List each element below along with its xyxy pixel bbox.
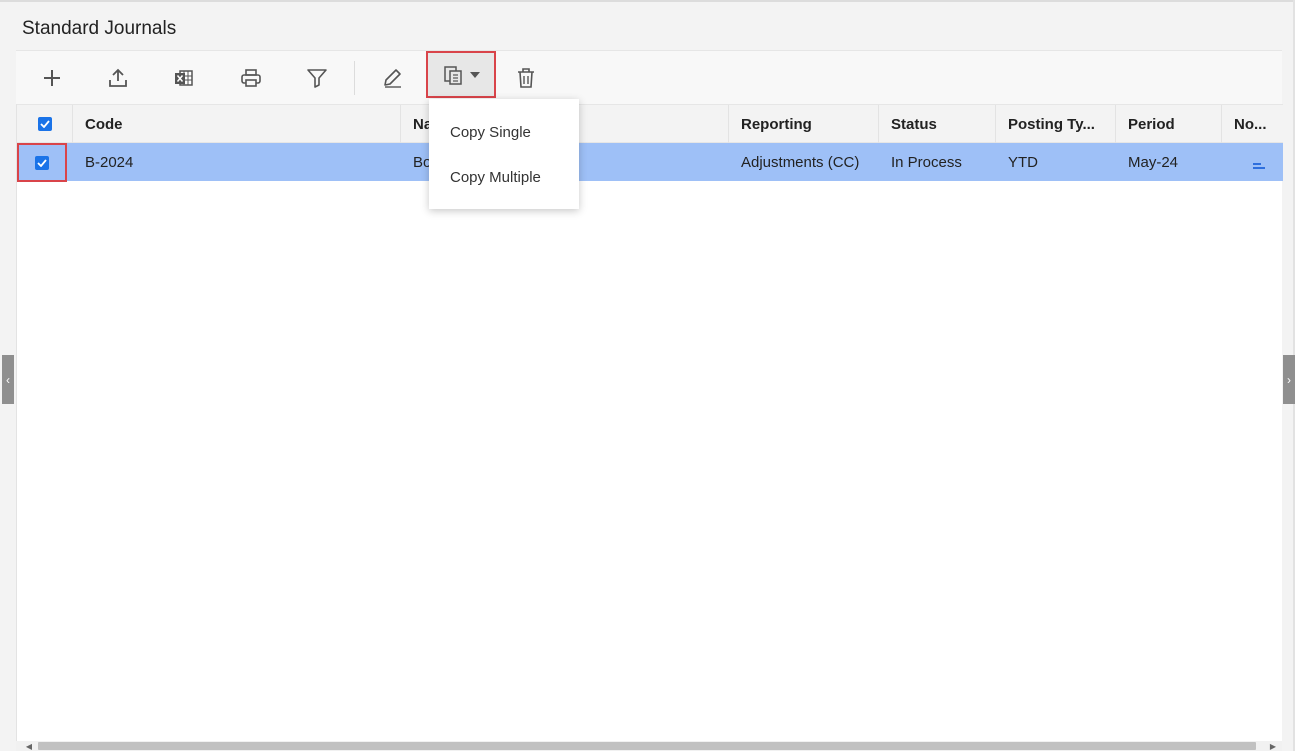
filter-icon xyxy=(307,69,327,88)
column-header-reporting[interactable]: Reporting xyxy=(728,105,878,143)
add-button[interactable] xyxy=(24,51,80,105)
select-all-header xyxy=(17,105,72,143)
row-select-checkbox[interactable] xyxy=(35,155,49,170)
toolbar-separator xyxy=(354,61,355,95)
collapse-left-tab[interactable]: ‹ xyxy=(2,355,14,404)
edit-button[interactable] xyxy=(364,51,420,105)
menu-item-copy-multiple[interactable]: Copy Multiple xyxy=(429,155,579,200)
print-icon xyxy=(241,69,261,87)
checkmark-icon xyxy=(39,120,50,128)
journals-grid: Code Na Reporting Status Posting Ty... P… xyxy=(16,104,1283,751)
column-header-posting-type[interactable]: Posting Ty... xyxy=(995,105,1115,143)
print-button[interactable] xyxy=(223,51,279,105)
cell-status: In Process xyxy=(891,153,962,171)
column-header-status[interactable]: Status xyxy=(878,105,995,143)
filter-button[interactable] xyxy=(289,51,345,105)
scroll-left-arrow[interactable]: ◀ xyxy=(24,741,34,751)
export-excel-button[interactable] xyxy=(156,51,212,105)
cell-reporting: Adjustments (CC) xyxy=(741,153,860,171)
delete-button[interactable] xyxy=(498,51,554,105)
cell-notes xyxy=(1221,143,1283,181)
page-title: Standard Journals xyxy=(22,18,177,39)
plus-icon xyxy=(44,70,60,86)
toolbar xyxy=(16,50,1282,104)
copy-dropdown-menu: Copy Single Copy Multiple xyxy=(429,99,579,209)
select-all-checkbox[interactable] xyxy=(37,117,52,131)
table-row[interactable]: B-2024 Bo Adjustments (CC) In Process YT… xyxy=(17,143,1283,181)
checkmark-icon xyxy=(37,158,47,167)
row-select-highlight xyxy=(17,143,67,182)
copy-icon xyxy=(444,65,462,85)
excel-icon xyxy=(175,70,193,86)
chevron-right-icon: › xyxy=(1287,372,1291,387)
cell-period: May-24 xyxy=(1128,153,1179,171)
edit-icon xyxy=(384,69,401,88)
scrollbar-thumb[interactable] xyxy=(38,742,1256,750)
scroll-right-arrow[interactable]: ▶ xyxy=(1268,741,1278,751)
notes-icon[interactable] xyxy=(1253,163,1265,169)
upload-icon xyxy=(109,68,127,87)
chevron-down-icon xyxy=(470,71,480,78)
column-header-period[interactable]: Period xyxy=(1115,105,1221,143)
window-top-border xyxy=(0,0,1295,2)
cell-code: B-2024 xyxy=(85,153,134,171)
upload-button[interactable] xyxy=(90,51,146,105)
horizontal-scrollbar[interactable]: ◀ ▶ xyxy=(16,741,1282,751)
grid-header: Code Na Reporting Status Posting Ty... P… xyxy=(17,104,1283,143)
column-header-notes[interactable]: No... xyxy=(1221,105,1283,143)
column-header-code[interactable]: Code xyxy=(72,105,400,143)
menu-item-copy-single[interactable]: Copy Single xyxy=(429,110,579,155)
copy-dropdown-button[interactable] xyxy=(426,51,496,98)
collapse-right-tab[interactable]: › xyxy=(1283,355,1295,404)
trash-icon xyxy=(518,68,534,88)
chevron-left-icon: ‹ xyxy=(6,372,10,387)
cell-posting-type: YTD xyxy=(1008,153,1038,171)
